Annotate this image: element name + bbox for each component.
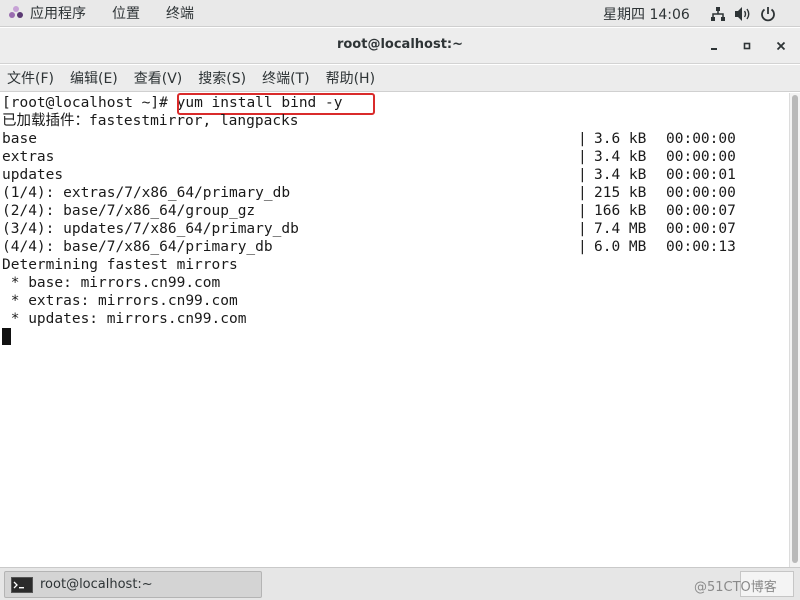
terminal-icon [11,576,33,593]
close-button[interactable] [772,37,790,55]
maximize-button[interactable] [738,37,756,55]
places-menu[interactable]: 位置 [110,0,142,27]
repo-row-time: 00:00:00 [666,149,736,165]
mirror-line: * base: mirrors.cn99.com [2,275,221,291]
terminal-app-menu[interactable]: 终端 [164,0,196,27]
text-cursor [2,328,11,345]
clock[interactable]: 星期四 14:06 [601,0,692,27]
taskbar-window-label: root@localhost:~ [40,577,153,592]
mirror-line: * extras: mirrors.cn99.com [2,293,238,309]
menu-help[interactable]: 帮助(H) [326,68,375,88]
terminal-scrollbar[interactable] [789,93,800,567]
clock-label: 星期四 14:06 [603,6,690,23]
repo-row-time: 00:00:07 [666,221,736,237]
repo-row-name: base [2,131,37,147]
terminal-menubar: 文件(F) 编辑(E) 查看(V) 搜索(S) 终端(T) 帮助(H) [0,65,800,92]
applications-icon [9,6,23,18]
taskbar-terminal-window[interactable]: root@localhost:~ [4,571,262,598]
repo-row-sep: | [578,167,587,183]
repo-row-sep: | [578,131,587,147]
repo-row-time: 00:00:13 [666,239,736,255]
mirror-line: * updates: mirrors.cn99.com [2,311,247,327]
places-label: 位置 [112,6,140,22]
repo-row-size: 7.4 MB [594,221,647,237]
system-status-area[interactable] [710,0,776,27]
repo-row-name: (3/4): updates/7/x86_64/primary_db [2,221,299,237]
applications-label: 应用程序 [30,6,86,22]
watermark: @51CTO博客 [694,580,777,595]
repo-row-size: 3.4 kB [594,149,647,165]
repo-row-time: 00:00:07 [666,203,736,219]
power-icon [761,6,775,21]
maximize-icon [743,42,751,50]
menu-terminal[interactable]: 终端(T) [262,68,309,88]
repo-row-sep: | [578,203,587,219]
close-icon [776,41,786,51]
mirrors-header: Determining fastest mirrors [2,257,238,273]
terminal-app-label: 终端 [166,6,194,22]
menu-file[interactable]: 文件(F) [7,68,54,88]
repo-row-size: 3.4 kB [594,167,647,183]
repo-row-size: 6.0 MB [594,239,647,255]
menu-view[interactable]: 查看(V) [134,68,183,88]
repo-row-sep: | [578,221,587,237]
minimize-button[interactable] [705,37,723,55]
network-icon [711,6,725,21]
repo-row-size: 3.6 kB [594,131,647,147]
repo-row-name: updates [2,167,64,183]
repo-row-name: (1/4): extras/7/x86_64/primary_db [2,185,291,201]
minimize-icon [711,48,717,50]
terminal-output[interactable]: [root@localhost ~]# yum install bind -y … [0,93,789,567]
menu-search[interactable]: 搜索(S) [198,68,246,88]
shell-prompt: [root@localhost ~]# [2,95,177,111]
repo-row-sep: | [578,185,587,201]
window-titlebar[interactable]: root@localhost:~ [0,28,800,64]
repo-row-time: 00:00:01 [666,167,736,183]
applications-menu[interactable]: 应用程序 [6,0,88,27]
menu-edit[interactable]: 编辑(E) [70,68,118,88]
repo-row-name: (2/4): base/7/x86_64/group_gz [2,203,256,219]
repo-row-time: 00:00:00 [666,185,736,201]
gnome-top-bar: 应用程序 位置 终端 星期四 14:06 [0,0,800,27]
repo-row-name: (4/4): base/7/x86_64/primary_db [2,239,273,255]
repo-row-size: 166 kB [594,203,647,219]
scrollbar-thumb[interactable] [792,95,798,563]
repo-row-name: extras [2,149,55,165]
repo-row-sep: | [578,149,587,165]
window-title: root@localhost:~ [336,37,464,52]
repo-row-time: 00:00:00 [666,131,736,147]
volume-icon [735,6,750,21]
plugins-line: 已加载插件：fastestmirror, langpacks [2,113,299,129]
window-list-bar: root@localhost:~ @51CTO博客 [0,567,800,600]
repo-row-sep: | [578,239,587,255]
repo-row-size: 215 kB [594,185,647,201]
